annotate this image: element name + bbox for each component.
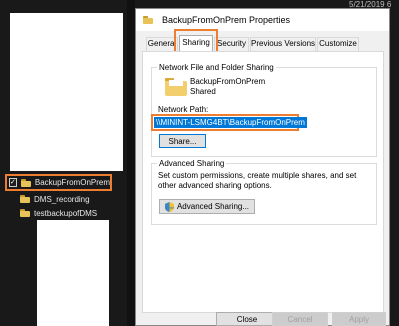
share-button[interactable]: Share... (159, 134, 206, 148)
network-path-label: Network Path: (158, 105, 209, 114)
folder-icon (143, 16, 153, 24)
shared-folder-icon (165, 78, 187, 96)
tree-item-dms-recording[interactable]: DMS_recording (20, 192, 90, 206)
tree-item-testbackupofdms[interactable]: testbackupofDMS (20, 206, 97, 220)
network-sharing-title: Network File and Folder Sharing (157, 63, 276, 72)
tab-customize[interactable]: Customize (317, 37, 359, 51)
checkbox-icon[interactable]: ✓ (9, 178, 17, 187)
advanced-sharing-description: Set custom permissions, create multiple … (158, 171, 357, 190)
folder-icon (20, 178, 31, 187)
advanced-sharing-group: Advanced Sharing Set custom permissions,… (151, 159, 377, 225)
folder-icon (20, 209, 30, 217)
advanced-sharing-title: Advanced Sharing (157, 159, 227, 168)
tree-item-label: DMS_recording (34, 194, 90, 204)
tree-item-backupfromonprem[interactable]: ✓ BackupFromOnPrem (5, 174, 112, 191)
properties-dialog: BackupFromOnPrem Properties General Shar… (135, 8, 390, 326)
close-button[interactable]: Close (216, 312, 278, 326)
tab-security[interactable]: Security (214, 37, 249, 51)
shared-folder-name: BackupFromOnPrem (190, 77, 266, 86)
network-path-value[interactable]: \\MININT-LSMG4BT\BackupFromOnPrem (154, 117, 307, 128)
uac-shield-icon (164, 201, 174, 212)
tab-previous-versions[interactable]: Previous Versions (250, 37, 316, 51)
explorer-content-pane (10, 13, 123, 171)
share-status: Shared (190, 87, 216, 96)
dialog-title: BackupFromOnPrem Properties (162, 15, 291, 25)
tree-item-label: BackupFromOnPrem (34, 178, 111, 187)
apply-button[interactable]: Apply (332, 312, 386, 326)
sharing-tab-panel: Network File and Folder Sharing BackupFr… (142, 51, 384, 313)
explorer-lower-pane (37, 220, 109, 326)
folder-icon (20, 195, 30, 203)
cancel-button[interactable]: Cancel (272, 312, 328, 326)
network-sharing-group: Network File and Folder Sharing BackupFr… (151, 63, 377, 157)
window-gap (127, 0, 135, 326)
tree-item-label: testbackupofDMS (34, 208, 98, 218)
dialog-titlebar[interactable]: BackupFromOnPrem Properties (136, 9, 389, 31)
advanced-sharing-button[interactable]: Advanced Sharing... (159, 199, 255, 214)
network-path-highlight: \\MININT-LSMG4BT\BackupFromOnPrem (151, 114, 307, 131)
